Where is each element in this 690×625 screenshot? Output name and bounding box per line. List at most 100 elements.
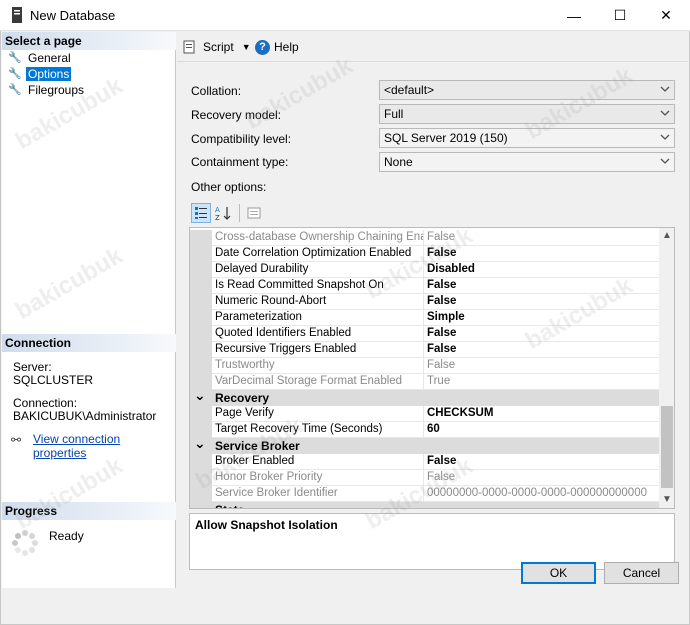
database-icon — [12, 7, 22, 23]
property-value[interactable]: 60 — [424, 422, 659, 438]
compatibility-level-dropdown[interactable]: SQL Server 2019 (150) — [379, 128, 675, 148]
connection-label: Connection: — [13, 396, 78, 410]
page-item-filegroups[interactable]: 🔧 Filegroups — [8, 82, 86, 98]
property-row[interactable]: Honor Broker Priority False — [190, 470, 659, 486]
property-value[interactable]: False — [424, 246, 659, 262]
property-name: Service Broker Identifier — [212, 486, 424, 502]
categorized-view-button[interactable] — [191, 203, 211, 223]
property-value[interactable]: False — [424, 326, 659, 342]
containment-type-dropdown[interactable]: None — [379, 152, 675, 172]
toolbar: Script ▼ ? Help — [177, 32, 688, 62]
property-row[interactable]: Numeric Round-Abort False — [190, 294, 659, 310]
property-pages-icon — [247, 207, 261, 219]
property-row[interactable]: Cross-database Ownership Chaining Enable… — [190, 230, 659, 246]
category-name: Recovery — [215, 391, 270, 405]
property-row[interactable]: Is Read Committed Snapshot On False — [190, 278, 659, 294]
chevron-down-icon[interactable]: ⌄ — [194, 435, 206, 452]
property-row[interactable]: Parameterization Simple — [190, 310, 659, 326]
property-value[interactable]: False — [424, 278, 659, 294]
options-form: Collation: <default> Recovery model: Ful… — [189, 72, 677, 572]
row-gutter — [190, 262, 212, 278]
property-name: Page Verify — [212, 406, 424, 422]
progress-header: Progress — [2, 502, 176, 520]
property-row[interactable]: Service Broker Identifier 00000000-0000-0… — [190, 486, 659, 502]
property-name: Honor Broker Priority — [212, 470, 424, 486]
property-description: Allow Snapshot Isolation — [189, 513, 675, 570]
toolbar-separator — [239, 204, 240, 222]
script-icon — [183, 40, 195, 54]
property-name: Cross-database Ownership Chaining Enable… — [212, 230, 424, 246]
property-value[interactable]: CHECKSUM — [424, 406, 659, 422]
property-value[interactable]: False — [424, 358, 659, 374]
scroll-up-icon[interactable]: ▲ — [659, 228, 674, 244]
script-button[interactable]: Script ▼ — [183, 38, 251, 56]
left-panel: Select a page 🔧 General 🔧 Options 🔧 File… — [2, 32, 176, 588]
property-row[interactable]: Quoted Identifiers Enabled False — [190, 326, 659, 342]
scroll-down-icon[interactable]: ▼ — [659, 492, 674, 508]
row-gutter — [190, 230, 212, 246]
property-value[interactable]: False — [424, 470, 659, 486]
sort-alphabetical-icon: A Z — [215, 206, 231, 221]
property-value[interactable]: 00000000-0000-0000-0000-000000000000 — [424, 486, 659, 502]
row-gutter — [190, 342, 212, 358]
row-gutter — [190, 294, 212, 310]
property-category[interactable]: ⌄ Recovery — [190, 387, 659, 406]
property-value[interactable]: False — [424, 454, 659, 470]
cancel-button[interactable]: Cancel — [604, 562, 679, 584]
help-button[interactable]: ? Help — [255, 38, 299, 56]
property-value[interactable]: Simple — [424, 310, 659, 326]
chevron-down-icon — [660, 86, 670, 92]
recovery-model-dropdown[interactable]: Full — [379, 104, 675, 124]
property-row[interactable]: Trustworthy False — [190, 358, 659, 374]
property-value[interactable]: False — [424, 342, 659, 358]
property-value[interactable]: Disabled — [424, 262, 659, 278]
chevron-down-icon[interactable]: ▼ — [242, 42, 251, 52]
page-item-label: General — [28, 51, 71, 65]
property-category[interactable]: ⌄ State — [190, 499, 659, 508]
page-item-general[interactable]: 🔧 General — [8, 50, 73, 66]
recovery-model-value: Full — [384, 107, 404, 121]
property-value[interactable]: True — [424, 374, 659, 390]
chevron-down-icon[interactable]: ⌄ — [194, 499, 206, 508]
chevron-down-icon — [660, 134, 670, 140]
property-row[interactable]: Target Recovery Time (Seconds) 60 — [190, 422, 659, 438]
property-row[interactable]: Page Verify CHECKSUM — [190, 406, 659, 422]
view-connection-properties-link[interactable]: View connection properties — [33, 432, 175, 460]
server-value: SQLCLUSTER — [13, 373, 94, 387]
close-button[interactable]: ✕ — [643, 0, 689, 31]
collation-value: <default> — [384, 83, 435, 97]
property-value[interactable]: False — [424, 294, 659, 310]
progress-status: Ready — [49, 529, 84, 543]
row-gutter — [190, 326, 212, 342]
page-item-options[interactable]: 🔧 Options — [8, 66, 72, 82]
property-grid[interactable]: Cross-database Ownership Chaining Enable… — [189, 227, 675, 509]
row-gutter — [190, 246, 212, 262]
chevron-down-icon[interactable]: ⌄ — [194, 387, 206, 404]
property-name: Is Read Committed Snapshot On — [212, 278, 424, 294]
svg-text:A: A — [215, 206, 220, 214]
property-category[interactable]: ⌄ Service Broker — [190, 435, 659, 454]
property-row[interactable]: VarDecimal Storage Format Enabled True — [190, 374, 659, 390]
wrench-icon: 🔧 — [8, 52, 22, 64]
row-gutter — [190, 358, 212, 374]
grid-toolbar: A Z — [191, 202, 266, 224]
help-label: Help — [274, 40, 299, 54]
property-row[interactable]: Broker Enabled False — [190, 454, 659, 470]
property-row[interactable]: Recursive Triggers Enabled False — [190, 342, 659, 358]
property-name: Date Correlation Optimization Enabled — [212, 246, 424, 262]
row-gutter — [190, 278, 212, 294]
containment-type-label: Containment type: — [191, 155, 289, 169]
vertical-scrollbar[interactable]: ▲ ▼ — [659, 228, 674, 508]
property-row[interactable]: Delayed Durability Disabled — [190, 262, 659, 278]
alphabetical-view-button[interactable]: A Z — [213, 203, 233, 223]
maximize-button[interactable]: ☐ — [597, 0, 643, 31]
recovery-model-label: Recovery model: — [191, 108, 282, 122]
property-pages-button[interactable] — [244, 203, 264, 223]
ok-button[interactable]: OK — [521, 562, 596, 584]
property-name: Quoted Identifiers Enabled — [212, 326, 424, 342]
property-value[interactable]: False — [424, 230, 659, 246]
scrollbar-thumb[interactable] — [661, 406, 673, 488]
collation-dropdown[interactable]: <default> — [379, 80, 675, 100]
minimize-button[interactable]: — — [551, 0, 597, 31]
property-row[interactable]: Date Correlation Optimization Enabled Fal… — [190, 246, 659, 262]
